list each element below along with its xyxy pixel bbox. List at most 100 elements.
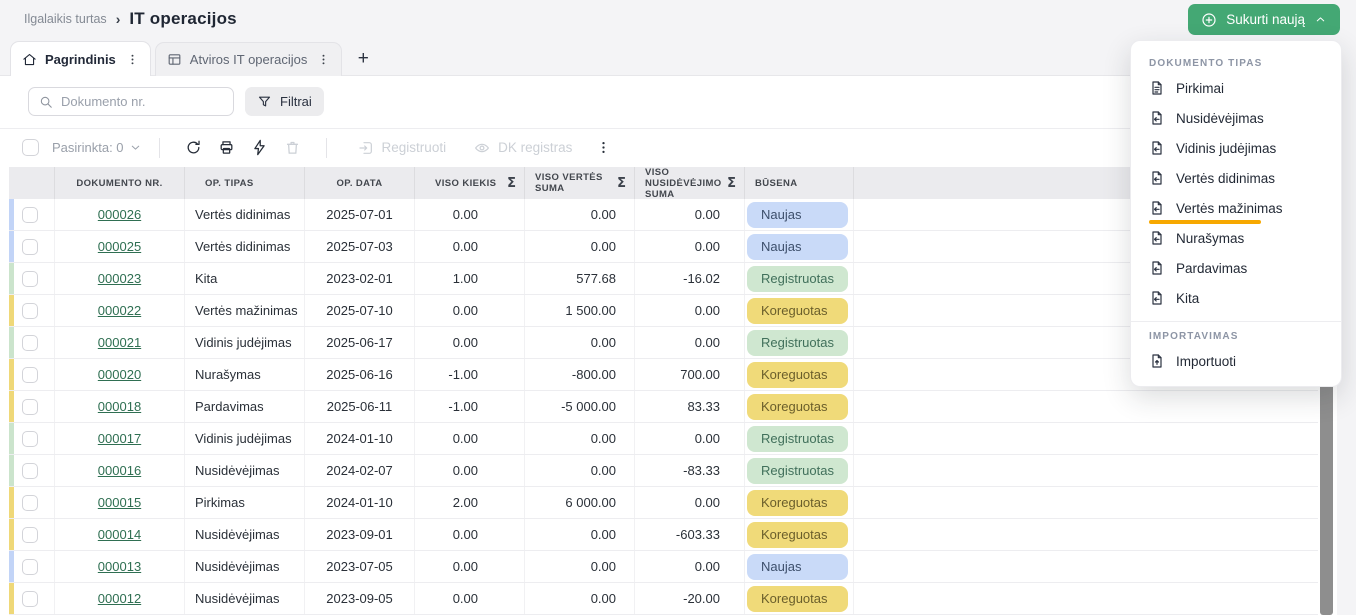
row-select-cell [9,423,55,454]
column-header[interactable]: BŪSENA [745,167,854,199]
table-row[interactable]: 000012 Nusidėvėjimas 2023-09-05 0.00 0.0… [9,583,1318,615]
document-link[interactable]: 000026 [98,207,141,222]
tab-label: Atviros IT operacijos [190,52,308,67]
tab-menu-icon[interactable] [126,53,139,66]
filler-cell [854,551,1318,582]
total-qty-cell: -1.00 [415,359,525,390]
column-header[interactable]: VISO VERTĖS SUMA Σ [525,167,635,199]
delete-button[interactable] [284,139,301,156]
print-button[interactable] [218,139,235,156]
status-stripe [9,199,14,230]
total-depreciation-cell: 0.00 [635,423,745,454]
total-qty-cell: 0.00 [415,455,525,486]
search-box[interactable] [28,87,234,116]
refresh-button[interactable] [185,139,202,156]
table-row[interactable]: 000022 Vertės mažinimas 2025-07-10 0.00 … [9,295,1318,327]
document-link[interactable]: 000015 [98,495,141,510]
tab[interactable]: Pagrindinis [10,41,151,76]
register-button[interactable]: Registruoti [358,140,447,156]
row-checkbox[interactable] [22,591,38,607]
menu-item[interactable]: Pardavimas [1131,253,1341,283]
document-link[interactable]: 000013 [98,559,141,574]
document-link[interactable]: 000025 [98,239,141,254]
row-checkbox[interactable] [22,239,38,255]
row-checkbox[interactable] [22,207,38,223]
filler-cell [854,391,1318,422]
table-row[interactable]: 000020 Nurašymas 2025-06-16 -1.00 -800.0… [9,359,1318,391]
row-checkbox[interactable] [22,367,38,383]
row-checkbox[interactable] [22,399,38,415]
documents-table: DOKUMENTO NR. OP. TIPAS OP. DATA VISO KI… [9,167,1318,615]
sigma-button[interactable]: Σ [727,176,736,191]
document-link[interactable]: 000014 [98,527,141,542]
tab[interactable]: Atviros IT operacijos [155,42,343,76]
toolbar-more-button[interactable] [596,140,611,155]
column-header[interactable]: VISO NUSIDĖVĖJIMO SUMA Σ [635,167,745,199]
document-link[interactable]: 000016 [98,463,141,478]
create-new-button[interactable]: Sukurti naują [1188,4,1340,35]
menu-item[interactable]: Nusidėvėjimas [1131,103,1341,133]
table-row[interactable]: 000021 Vidinis judėjimas 2025-06-17 0.00… [9,327,1318,359]
document-link[interactable]: 000023 [98,271,141,286]
select-all-checkbox[interactable] [22,139,39,156]
row-checkbox[interactable] [22,559,38,575]
menu-item[interactable]: Pirkimai [1131,73,1341,103]
menu-item-label: Vidinis judėjimas [1176,141,1276,156]
sigma-button[interactable]: Σ [617,176,626,191]
table-row[interactable]: 000026 Vertės didinimas 2025-07-01 0.00 … [9,199,1318,231]
row-checkbox[interactable] [22,303,38,319]
table-row[interactable]: 000014 Nusidėvėjimas 2023-09-01 0.00 0.0… [9,519,1318,551]
breadcrumb-parent-link[interactable]: Ilgalaikis turtas [24,12,107,26]
document-link[interactable]: 000021 [98,335,141,350]
doc-number-cell: 000022 [55,295,185,326]
menu-item[interactable]: Vidinis judėjimas [1131,133,1341,163]
table-row[interactable]: 000015 Pirkimas 2024-01-10 2.00 6 000.00… [9,487,1318,519]
quick-actions-button[interactable] [251,139,268,156]
add-tab-button[interactable]: + [346,42,380,76]
chevron-down-icon[interactable] [129,141,142,154]
filler-cell [854,519,1318,550]
row-checkbox[interactable] [22,495,38,511]
tab-menu-icon[interactable] [317,53,330,66]
filters-button[interactable]: Filtrai [245,87,324,116]
column-label: OP. DATA [337,178,383,189]
register-icon [358,140,374,156]
document-link[interactable]: 000017 [98,431,141,446]
breadcrumb: Ilgalaikis turtas › IT operacijos [24,9,237,29]
column-header[interactable]: DOKUMENTO NR. [55,167,185,199]
table-row[interactable]: 000017 Vidinis judėjimas 2024-01-10 0.00… [9,423,1318,455]
table-row[interactable]: 000013 Nusidėvėjimas 2023-07-05 0.00 0.0… [9,551,1318,583]
menu-item[interactable]: Vertės didinimas [1131,163,1341,193]
vertical-scrollbar[interactable] [1320,358,1333,615]
op-date-cell: 2025-06-16 [305,359,415,390]
doc-number-cell: 000014 [55,519,185,550]
document-link[interactable]: 000018 [98,399,141,414]
table-row[interactable]: 000025 Vertės didinimas 2025-07-03 0.00 … [9,231,1318,263]
menu-item[interactable]: Nurašymas [1131,223,1341,253]
menu-item-label: Vertės mažinimas [1176,201,1283,216]
sigma-button[interactable]: Σ [507,176,516,191]
menu-item[interactable]: Kita [1131,283,1341,313]
search-input[interactable] [61,94,237,109]
table-row[interactable]: 000016 Nusidėvėjimas 2024-02-07 0.00 0.0… [9,455,1318,487]
document-link[interactable]: 000012 [98,591,141,606]
table-row[interactable]: 000023 Kita 2023-02-01 1.00 577.68 -16.0… [9,263,1318,295]
row-checkbox[interactable] [22,335,38,351]
row-checkbox[interactable] [22,527,38,543]
column-header[interactable]: OP. TIPAS [185,167,305,199]
document-link[interactable]: 000022 [98,303,141,318]
dk-register-button[interactable]: DK registras [474,140,572,156]
row-checkbox[interactable] [22,431,38,447]
filters-label: Filtrai [280,94,312,109]
row-checkbox[interactable] [22,271,38,287]
column-header[interactable]: VISO KIEKIS Σ [415,167,525,199]
document-link[interactable]: 000020 [98,367,141,382]
row-checkbox[interactable] [22,463,38,479]
column-header[interactable]: OP. DATA [305,167,415,199]
total-depreciation-cell: -16.02 [635,263,745,294]
menu-item-label: Kita [1176,291,1199,306]
menu-item[interactable]: Vertės mažinimas [1131,193,1341,223]
table-row[interactable]: 000018 Pardavimas 2025-06-11 -1.00 -5 00… [9,391,1318,423]
total-depreciation-cell: -20.00 [635,583,745,614]
menu-item[interactable]: Importuoti [1131,346,1341,376]
